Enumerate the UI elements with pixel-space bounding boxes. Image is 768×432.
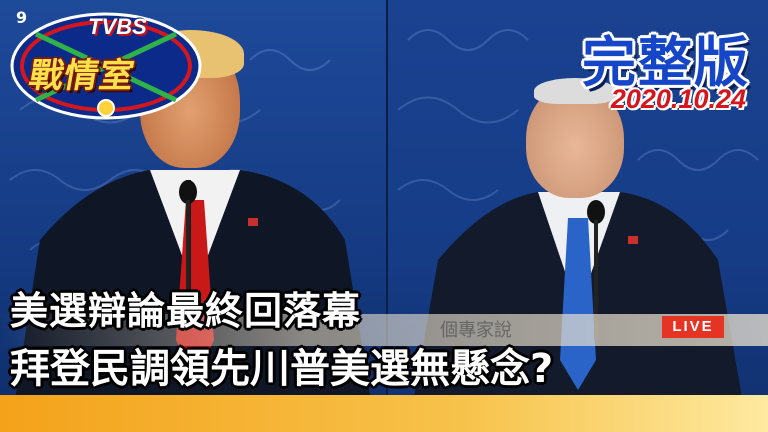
tvbs-logo: 9 TVBS 戰情室 [6, 4, 206, 122]
program-name: 戰情室 [25, 56, 138, 96]
broadcast-date: 2020.10.24 [610, 84, 746, 114]
logo-brand: TVBS [88, 14, 147, 39]
video-frame: 個專家說 9 TVBS 戰情室 完整版 2020.10.24 LIVE 美選辯論… [0, 0, 768, 432]
headline-line-2: 拜登民調領先川普美選無懸念? [10, 346, 554, 392]
channel-number: 9 [16, 8, 28, 27]
live-tag: LIVE [662, 316, 724, 338]
bottom-band [0, 395, 768, 432]
headline-line-1: 美選辯論最終回落幕 [10, 289, 362, 333]
